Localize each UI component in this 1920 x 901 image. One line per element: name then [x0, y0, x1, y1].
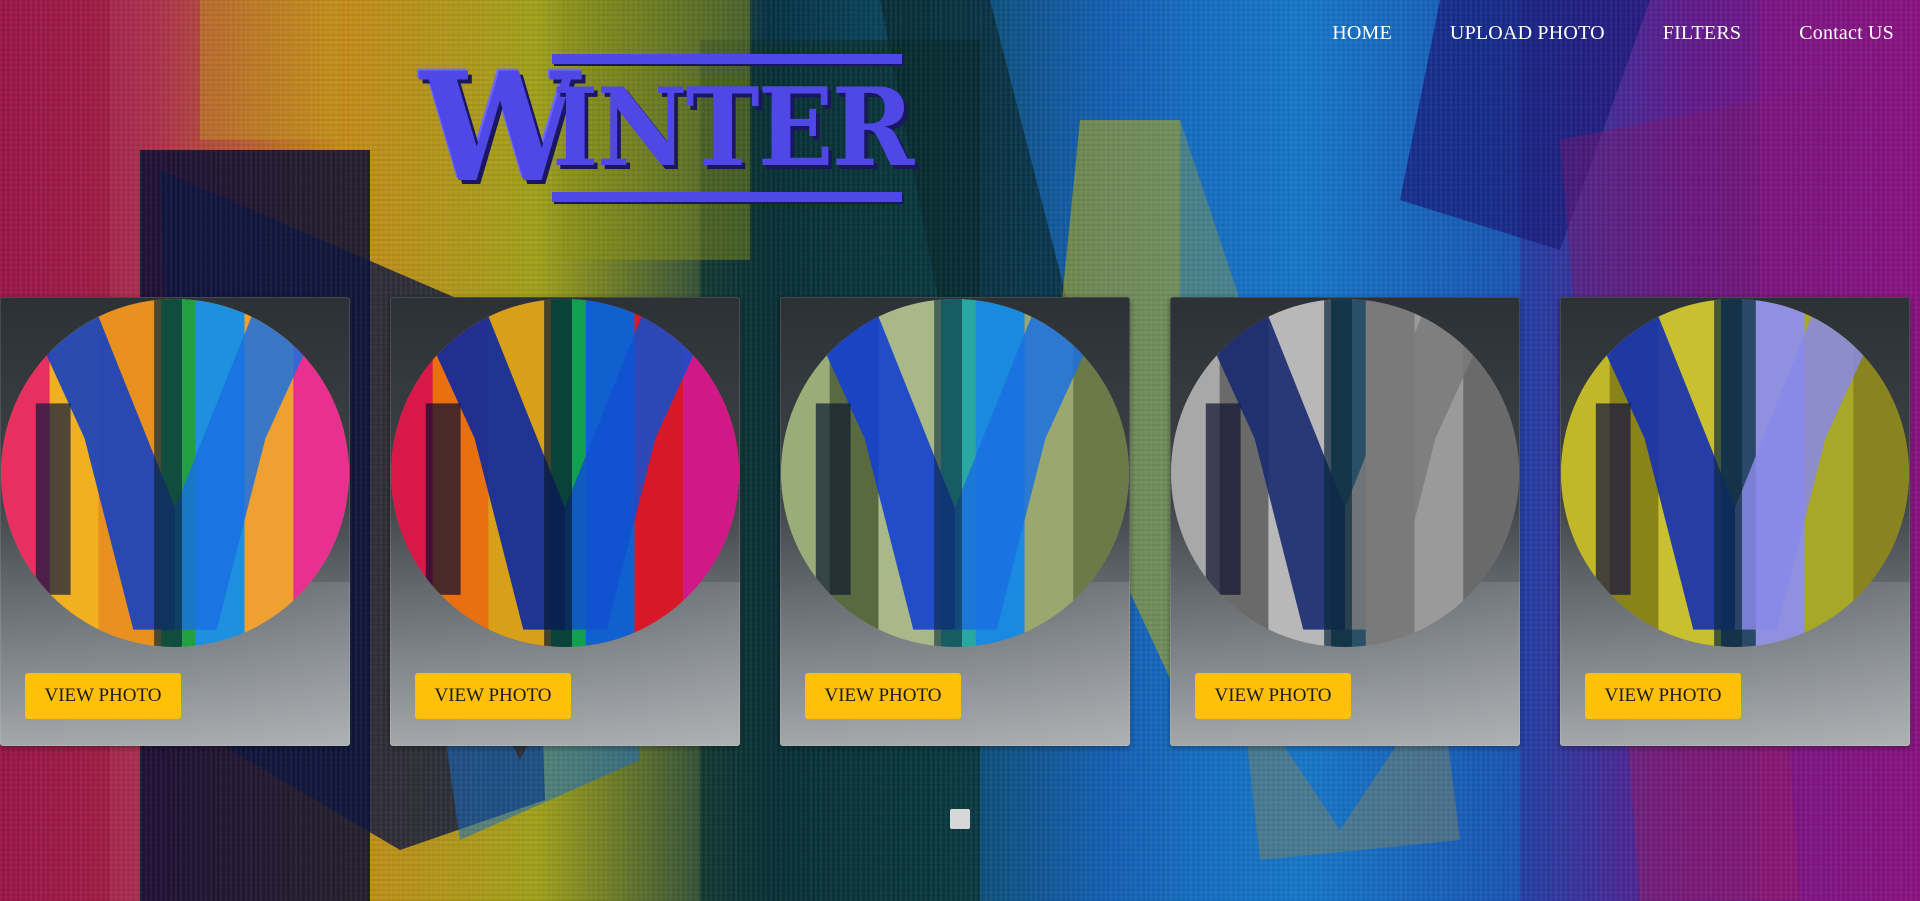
photo-art — [1171, 299, 1519, 647]
photo-art — [1, 299, 349, 647]
photo-card: VIEW PHOTO — [780, 297, 1130, 746]
view-photo-button[interactable]: VIEW PHOTO — [415, 673, 571, 719]
nav-contact-us[interactable]: Contact US — [1799, 22, 1894, 45]
logo-rest: INTER — [552, 65, 914, 191]
photo-card: VIEW PHOTO — [390, 297, 740, 746]
photo-thumbnail-yellow-lavender — [1561, 299, 1909, 647]
photo-art — [391, 299, 739, 647]
logo-rest-wrap: INTER — [552, 54, 914, 202]
nav-home[interactable]: HOME — [1332, 22, 1392, 45]
photo-card: VIEW PHOTO — [1170, 297, 1520, 746]
nav-upload-photo[interactable]: UPLOAD PHOTO — [1450, 22, 1605, 45]
photo-card: VIEW PHOTO — [0, 297, 350, 746]
photo-thumbnail-original — [1, 299, 349, 647]
view-photo-button[interactable]: VIEW PHOTO — [1195, 673, 1351, 719]
photo-art — [1561, 299, 1909, 647]
photo-art — [781, 299, 1129, 647]
photo-thumbnail-grayscale — [1171, 299, 1519, 647]
logo-top-bar — [552, 54, 902, 64]
photo-card: VIEW PHOTO — [1560, 297, 1910, 746]
view-photo-button[interactable]: VIEW PHOTO — [805, 673, 961, 719]
logo-bottom-bar — [552, 192, 902, 202]
pagination-dot[interactable] — [950, 809, 970, 829]
photo-thumbnail-saturated — [391, 299, 739, 647]
main-nav: HOME UPLOAD PHOTO FILTERS Contact US — [1332, 22, 1894, 45]
photo-thumbnail-olive — [781, 299, 1129, 647]
view-photo-button[interactable]: VIEW PHOTO — [1585, 673, 1741, 719]
view-photo-button[interactable]: VIEW PHOTO — [25, 673, 181, 719]
nav-filters[interactable]: FILTERS — [1663, 22, 1741, 45]
photo-gallery: VIEW PHOTO VIEW PHOTO VIEW PHOTO VIEW PH… — [0, 297, 1920, 747]
site-logo: W INTER — [420, 48, 914, 220]
